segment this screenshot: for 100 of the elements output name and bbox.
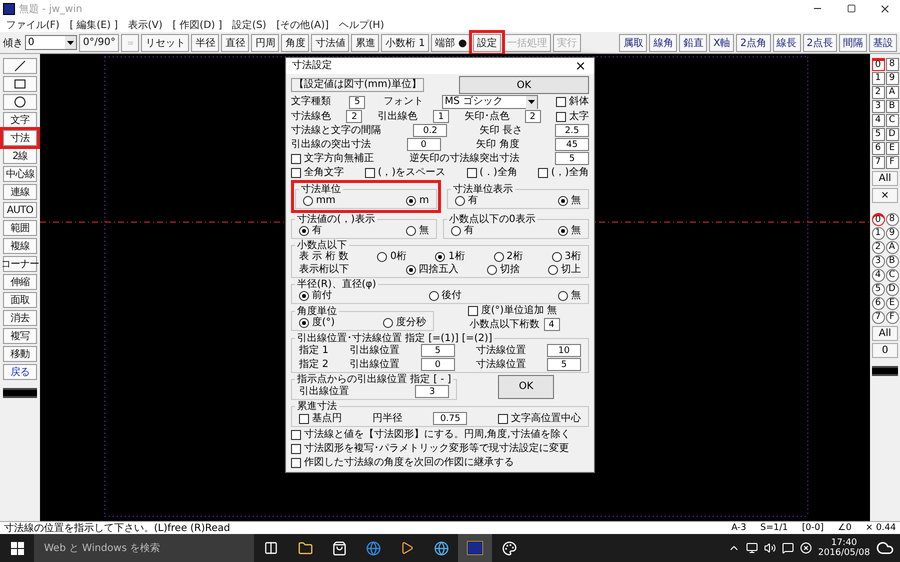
layer-button[interactable]: 1 xyxy=(872,72,884,85)
message-icon[interactable] xyxy=(782,542,794,554)
layer-group-button[interactable]: E xyxy=(886,297,898,310)
layer-group-button[interactable]: 3 xyxy=(872,255,884,268)
checkbox[interactable] xyxy=(468,306,478,316)
draw-tool-button[interactable] xyxy=(3,76,37,92)
menu-item[interactable]: 表示(V) xyxy=(128,18,162,32)
number-field[interactable]: 5 xyxy=(555,152,589,165)
layer-button[interactable]: 0 xyxy=(872,58,884,71)
toolbar-button[interactable]: 2点長 xyxy=(802,34,837,52)
all-groups-button[interactable]: All xyxy=(872,326,898,341)
toolbar-button[interactable]: 線長 xyxy=(772,34,801,52)
layer-group-button[interactable]: 4 xyxy=(872,269,884,282)
toolbar-button[interactable]: 累進 xyxy=(351,34,380,52)
layer-button[interactable]: 2 xyxy=(872,86,884,99)
checkbox[interactable] xyxy=(291,154,301,164)
tool-button[interactable]: 面取 xyxy=(3,292,37,308)
layer-button[interactable]: B xyxy=(886,100,898,113)
radio-button[interactable] xyxy=(406,265,416,275)
number-field[interactable]: 0.75 xyxy=(433,412,468,425)
radio-button[interactable] xyxy=(377,252,388,262)
radio-button[interactable] xyxy=(299,226,309,236)
number-field[interactable]: 5 xyxy=(349,96,366,108)
checkbox[interactable] xyxy=(556,97,566,107)
number-field[interactable]: 0 xyxy=(406,138,441,151)
radio-button[interactable] xyxy=(406,226,416,236)
checkbox[interactable] xyxy=(291,168,301,178)
layer-button[interactable]: F xyxy=(886,156,898,169)
tool-button[interactable]: 消去 xyxy=(3,310,37,326)
checkbox[interactable] xyxy=(556,112,566,122)
toolbar-button[interactable]: 直径 xyxy=(221,34,250,52)
layer-clear-button[interactable]: × xyxy=(872,188,898,203)
layer-button[interactable]: 4 xyxy=(872,114,884,127)
radio-button[interactable] xyxy=(494,252,504,262)
radio-button[interactable] xyxy=(455,196,465,206)
tool-button[interactable]: 2線 xyxy=(3,148,37,164)
tool-button[interactable]: 伸縮 xyxy=(3,274,37,290)
checkbox[interactable] xyxy=(299,414,309,424)
layer-button[interactable]: 3 xyxy=(872,100,884,113)
toolbar-button[interactable]: 円周 xyxy=(251,34,280,52)
layer-button[interactable]: 9 xyxy=(886,72,898,85)
tool-button[interactable]: 範囲 xyxy=(3,220,37,236)
checkbox[interactable] xyxy=(291,444,301,454)
ok-button[interactable]: OK xyxy=(459,76,589,94)
toolbar-button[interactable]: 端部 ● xyxy=(431,34,471,52)
menu-item[interactable]: ヘルプ(H) xyxy=(338,18,384,32)
layer-group-button[interactable]: A xyxy=(886,241,898,254)
layer-group-button[interactable]: C xyxy=(886,269,898,282)
radio-button[interactable] xyxy=(303,196,313,206)
checkbox[interactable] xyxy=(466,168,476,178)
layer-group-button[interactable]: 1 xyxy=(872,227,884,240)
search-field[interactable]: Web と Windows を検索 xyxy=(34,534,254,562)
tool-button[interactable]: 中心線 xyxy=(3,166,37,182)
number-field[interactable]: 1 xyxy=(432,110,449,123)
layer-group-button[interactable]: 7 xyxy=(872,311,884,324)
toolbar-button[interactable]: 半径 xyxy=(191,34,220,52)
number-field[interactable]: 3 xyxy=(415,385,450,398)
layer-group-button[interactable]: 6 xyxy=(872,297,884,310)
toolbar-button[interactable]: X軸 xyxy=(709,34,734,52)
number-field[interactable]: 4 xyxy=(544,318,560,331)
radio-button[interactable] xyxy=(451,226,461,236)
layer-group-button[interactable]: F xyxy=(886,311,898,324)
taskbar-button[interactable] xyxy=(458,534,492,562)
radio-button[interactable] xyxy=(406,196,416,206)
volume-icon[interactable] xyxy=(764,542,776,554)
number-field[interactable]: 2 xyxy=(524,110,541,123)
radio-button[interactable] xyxy=(558,226,568,236)
checkbox[interactable] xyxy=(291,430,301,440)
number-field[interactable]: 0 xyxy=(420,358,455,371)
close-button[interactable]: × xyxy=(573,58,588,74)
number-field[interactable]: 5 xyxy=(546,358,581,371)
layer-button[interactable]: 5 xyxy=(872,128,884,141)
number-field[interactable]: 2.5 xyxy=(554,124,589,137)
radio-button[interactable] xyxy=(558,196,568,206)
cloud-icon[interactable] xyxy=(876,539,894,557)
menu-item[interactable]: 設定(S) xyxy=(232,18,266,32)
tool-button[interactable]: 複写 xyxy=(3,328,37,344)
layer-group-button[interactable]: 8 xyxy=(886,213,898,226)
menu-item[interactable]: ファイル(F) xyxy=(6,18,60,32)
toolbar-button[interactable]: 基設 xyxy=(869,34,897,52)
toolbar-button[interactable]: 寸法値 xyxy=(311,34,350,52)
tool-button[interactable]: 連線 xyxy=(3,184,37,200)
tool-button[interactable]: 文字 xyxy=(3,112,37,128)
layer-group-button[interactable]: B xyxy=(886,255,898,268)
draw-tool-button[interactable] xyxy=(3,58,37,74)
checkbox[interactable] xyxy=(538,168,548,178)
radio-button[interactable] xyxy=(383,318,393,328)
toolbar-button[interactable]: 角度 xyxy=(281,34,310,52)
all-layers-button[interactable]: All xyxy=(872,171,898,186)
layer-button[interactable]: 8 xyxy=(886,58,898,71)
toolbar-button[interactable]: リセット xyxy=(141,34,190,52)
toolbar-button[interactable]: 設定 xyxy=(472,34,501,52)
toolbar-button[interactable]: 2点角 xyxy=(736,34,771,52)
network-icon[interactable] xyxy=(746,542,758,554)
layer-group-button[interactable]: 2 xyxy=(872,241,884,254)
layer-button[interactable]: E xyxy=(886,142,898,155)
layer-group-button[interactable]: 9 xyxy=(886,227,898,240)
tool-button[interactable]: 戻る xyxy=(3,364,37,380)
draw-tool-button[interactable] xyxy=(3,94,37,110)
toolbar-button[interactable]: 小数桁 1 xyxy=(381,34,430,52)
